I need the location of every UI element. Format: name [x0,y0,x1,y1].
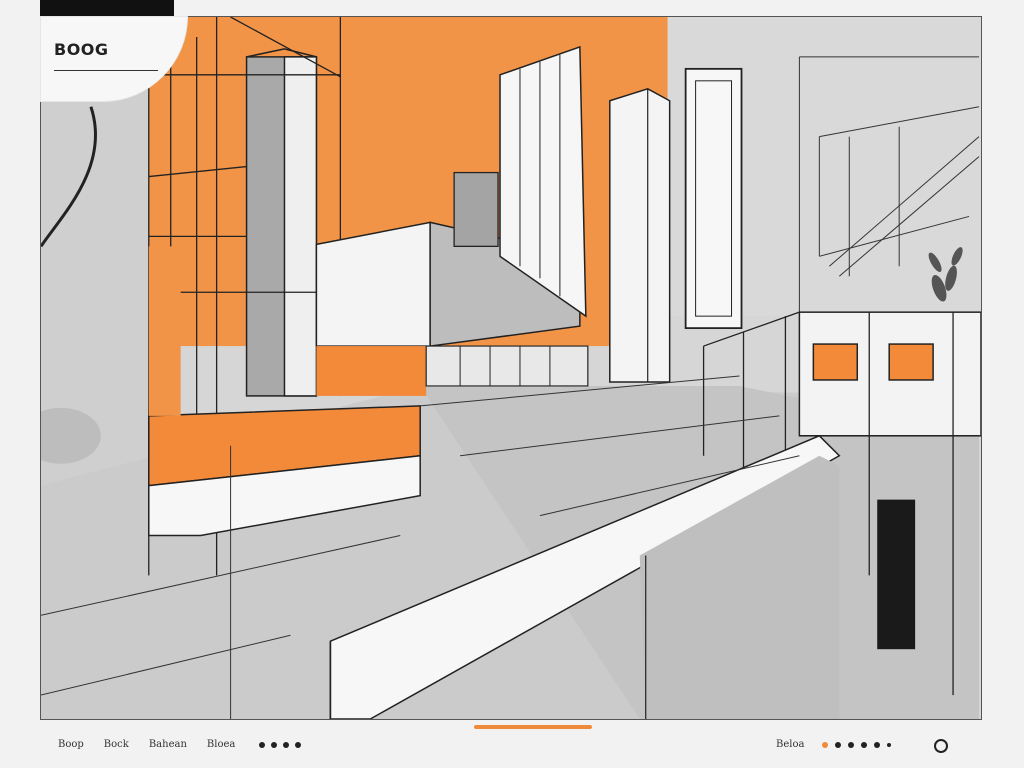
circle-outline-icon[interactable] [934,739,948,753]
top-black-bar [40,0,174,16]
bottom-nav: Boop Bock Bahean Bloea [58,739,302,750]
hero-illustration-frame [40,16,982,720]
pagination-dot-icon-small[interactable] [887,742,892,747]
nav-link-bahean[interactable]: Bahean [149,739,187,750]
logo-underline [54,70,158,71]
pagination-dot-icon[interactable] [259,741,266,748]
progress-strip [474,725,592,729]
nav-link-boop[interactable]: Boop [58,739,84,750]
nav-link-bloea[interactable]: Bloea [207,739,235,750]
architecture-illustration [41,17,981,719]
nav-link-bock[interactable]: Bock [104,739,129,750]
pagination-dot-icon[interactable] [861,741,868,748]
logo-text: BOOG [54,40,109,59]
pagination-dot-icon[interactable] [835,741,842,748]
pagination-dot-icon[interactable] [874,741,881,748]
pagination-dots-left [259,741,302,748]
nav-link-beloa[interactable]: Beloa [776,739,804,750]
pagination-dot-icon-active[interactable] [822,741,829,748]
pagination-dot-icon[interactable] [848,741,855,748]
pagination-dots-right [822,741,892,748]
pagination-dot-icon[interactable] [295,741,302,748]
pagination-dot-icon[interactable] [283,741,290,748]
pagination-dot-icon[interactable] [271,741,278,748]
right-nav: Beloa [776,739,892,750]
